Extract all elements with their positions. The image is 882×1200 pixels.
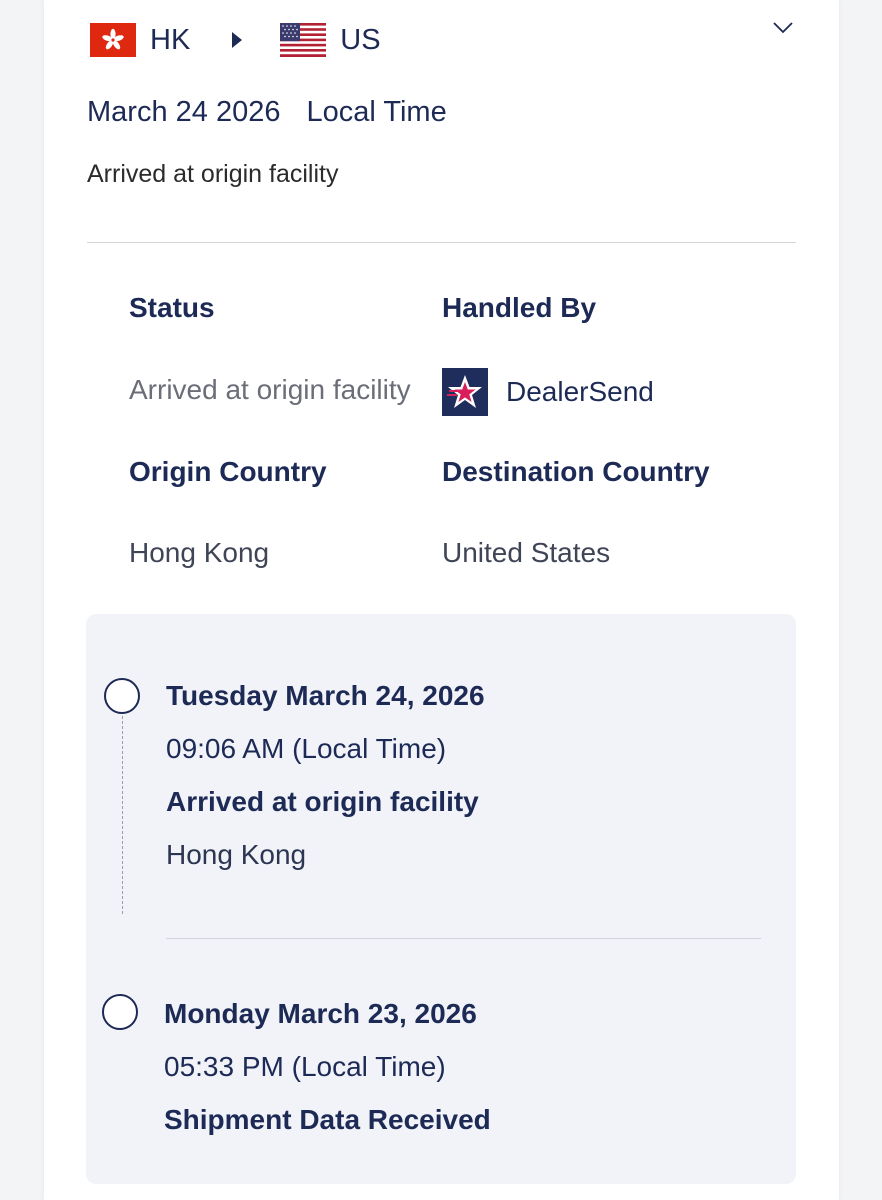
us-flag-icon — [280, 23, 327, 57]
shipment-date-line: March 24 2026 Local Time — [87, 96, 447, 129]
hong-kong-flag-icon — [90, 23, 136, 57]
destination-code: US — [340, 23, 381, 56]
event-date: Tuesday March 24, 2026 — [166, 680, 485, 711]
event-time: 09:06 AM (Local Time) — [166, 733, 447, 764]
timeline-connector — [122, 716, 123, 914]
destination-country-label: Destination Country — [442, 456, 710, 487]
event-date: Monday March 23, 2026 — [164, 998, 477, 1029]
timeline-dot — [104, 678, 140, 714]
dealersend-star-logo — [442, 368, 488, 416]
origin-country-value: Hong Kong — [129, 537, 270, 568]
handled-by-label: Handled By — [442, 292, 597, 323]
event-divider — [166, 938, 761, 939]
origin-country-label: Origin Country — [129, 456, 327, 487]
carrier-name: DealerSend — [506, 376, 654, 407]
shipment-date: March 24 2026 — [87, 96, 281, 128]
event-description: Arrived at origin facility — [166, 786, 479, 817]
event-time: 05:33 PM (Local Time) — [164, 1051, 446, 1082]
summary-status: Arrived at origin facility — [87, 160, 339, 188]
triangle-right-icon — [232, 32, 243, 48]
star-icon — [447, 375, 482, 408]
chevron-down-icon[interactable] — [772, 16, 794, 38]
tracking-timeline: Tuesday March 24, 2026 09:06 AM (Local T… — [86, 614, 796, 1184]
destination-country-value: United States — [442, 537, 611, 568]
event-description: Shipment Data Received — [164, 1104, 491, 1135]
origin-code: HK — [150, 23, 191, 56]
status-value: Arrived at origin facility — [129, 374, 411, 405]
status-label: Status — [129, 292, 215, 323]
time-zone-label: Local Time — [306, 96, 447, 128]
carrier: DealerSend — [442, 368, 654, 416]
timeline-dot — [102, 994, 138, 1030]
route-header[interactable]: HK US — [90, 18, 381, 62]
section-divider — [87, 242, 796, 243]
event-location: Hong Kong — [166, 839, 307, 870]
